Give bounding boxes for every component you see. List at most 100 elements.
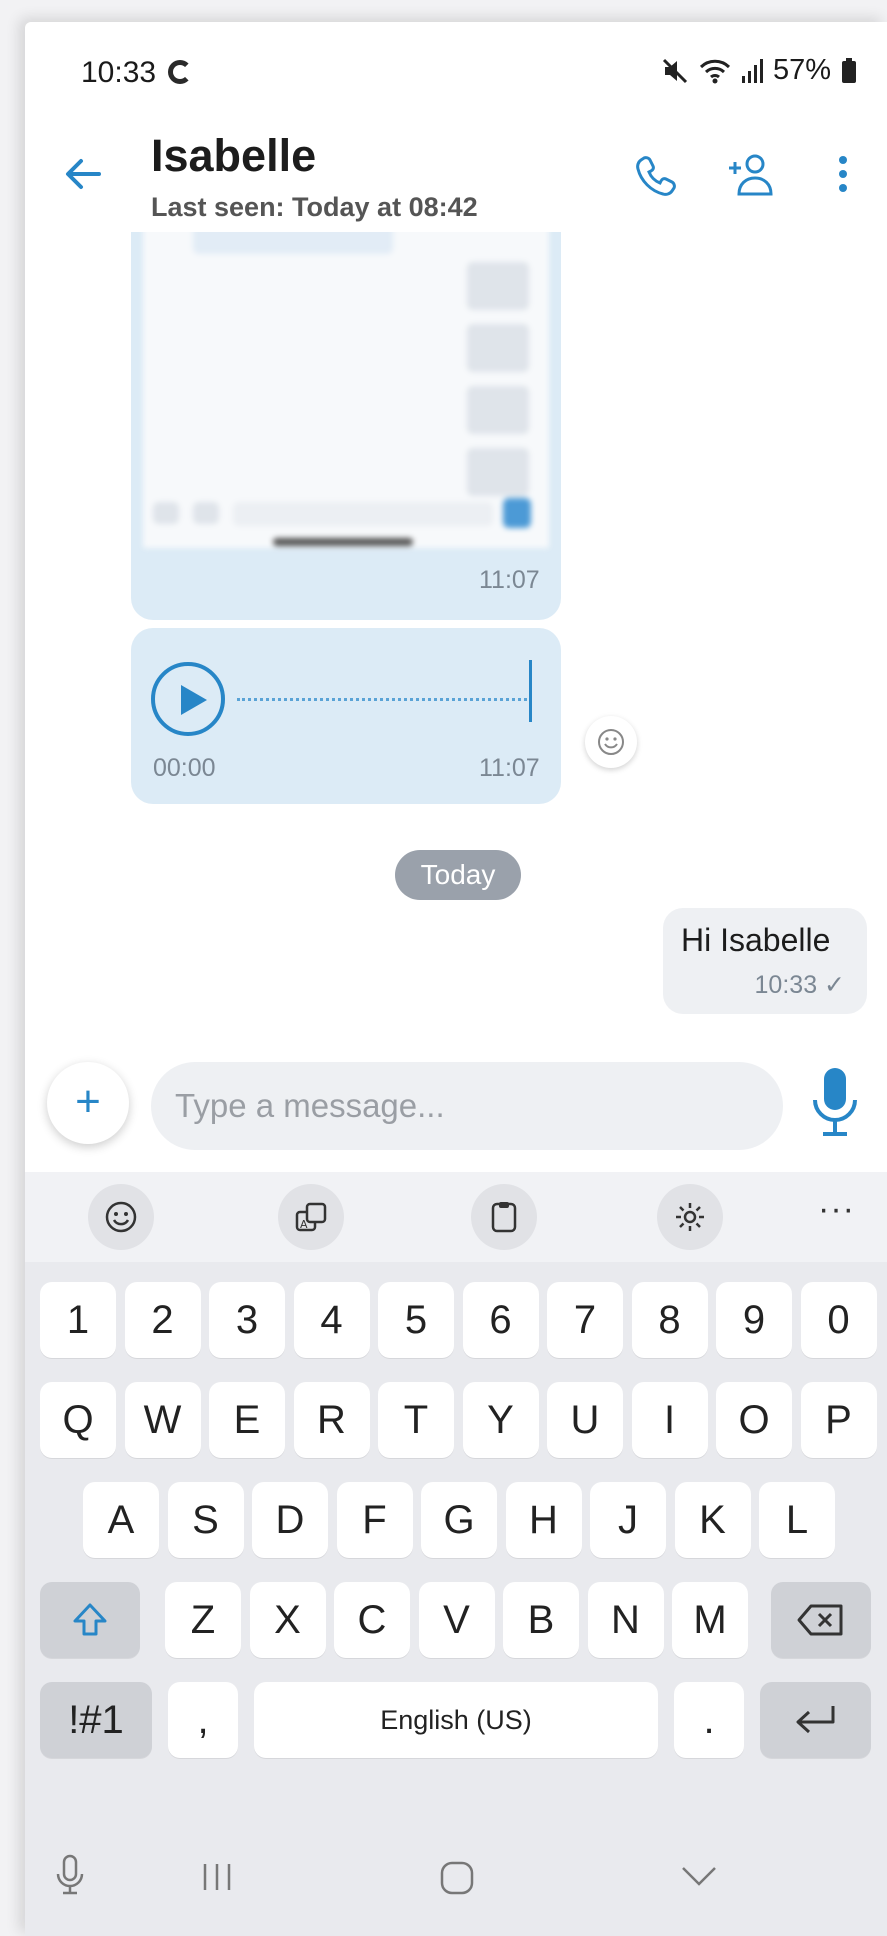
key-i[interactable]: I	[631, 1382, 708, 1458]
key-l[interactable]: L	[759, 1482, 835, 1558]
enter-key[interactable]	[760, 1682, 871, 1758]
emoji-icon	[105, 1201, 137, 1233]
clipboard-icon	[491, 1202, 517, 1233]
smiley-icon	[598, 729, 624, 755]
home-icon[interactable]	[439, 1860, 475, 1896]
keyboard-toolbar: A ···	[25, 1172, 887, 1262]
recent-apps-icon[interactable]	[200, 1860, 234, 1894]
key-d[interactable]: D	[252, 1482, 328, 1558]
playback-cursor	[529, 660, 532, 722]
chat-messages[interactable]: 11:07 00:00 11:07 Today Hi Isabelle 10:3…	[25, 232, 887, 1052]
google-icon	[168, 60, 192, 84]
more-options-icon[interactable]	[829, 150, 857, 202]
message-time: 10:33 ✓	[754, 971, 845, 999]
battery-percent: 57%	[772, 54, 831, 86]
backspace-icon	[797, 1604, 843, 1636]
status-time: 10:33	[81, 56, 157, 89]
key-x[interactable]: X	[249, 1582, 326, 1658]
phone-call-icon[interactable]	[630, 150, 682, 202]
chat-header: Isabelle Last seen: Today at 08:42	[25, 122, 887, 232]
message-text: Hi Isabelle	[681, 922, 831, 958]
settings-tool-button[interactable]	[657, 1184, 723, 1250]
space-key[interactable]: English (US)	[254, 1682, 658, 1758]
contact-name[interactable]: Isabelle	[151, 130, 316, 182]
voice-waveform[interactable]	[237, 698, 527, 701]
key-r[interactable]: R	[293, 1382, 370, 1458]
key-b[interactable]: B	[503, 1582, 579, 1658]
key-e[interactable]: E	[209, 1382, 285, 1458]
key-j[interactable]: J	[590, 1482, 666, 1558]
key-w[interactable]: W	[124, 1382, 201, 1458]
key-2[interactable]: 2	[124, 1282, 201, 1358]
key-h[interactable]: H	[505, 1482, 582, 1558]
voice-message-time: 11:07	[479, 754, 540, 782]
shift-key[interactable]	[40, 1582, 140, 1658]
voice-duration: 00:00	[153, 754, 216, 782]
microphone-icon[interactable]	[807, 1064, 863, 1144]
key-z[interactable]: Z	[165, 1582, 241, 1658]
key-c[interactable]: C	[334, 1582, 410, 1658]
back-arrow-icon[interactable]	[61, 152, 105, 196]
clipboard-tool-button[interactable]	[471, 1184, 537, 1250]
key-f[interactable]: F	[336, 1482, 413, 1558]
key-5[interactable]: 5	[378, 1282, 454, 1358]
attach-plus-button[interactable]: +	[47, 1062, 129, 1144]
key-u[interactable]: U	[547, 1382, 623, 1458]
message-input[interactable]	[151, 1062, 783, 1150]
key-k[interactable]: K	[674, 1482, 751, 1558]
gear-icon	[676, 1203, 704, 1231]
hide-keyboard-icon[interactable]	[680, 1864, 718, 1888]
image-message-time: 11:07	[479, 566, 540, 594]
more-tools-button[interactable]: ···	[818, 1190, 855, 1229]
key-9[interactable]: 9	[716, 1282, 792, 1358]
wifi-icon	[699, 59, 731, 83]
play-button[interactable]	[151, 662, 225, 736]
translate-icon: A	[295, 1202, 327, 1232]
key-6[interactable]: 6	[462, 1282, 539, 1358]
key-g[interactable]: G	[421, 1482, 497, 1558]
key-m[interactable]: M	[672, 1582, 748, 1658]
key-8[interactable]: 8	[631, 1282, 708, 1358]
key-q[interactable]: Q	[40, 1382, 116, 1458]
emoji-tool-button[interactable]	[88, 1184, 154, 1250]
key-y[interactable]: Y	[462, 1382, 539, 1458]
mute-icon	[662, 58, 688, 83]
shift-icon	[73, 1603, 107, 1636]
comma-key[interactable]: ,	[168, 1682, 238, 1758]
key-1[interactable]: 1	[40, 1282, 116, 1358]
key-p[interactable]: P	[800, 1382, 877, 1458]
voice-input-icon[interactable]	[55, 1854, 85, 1896]
key-t[interactable]: T	[378, 1382, 454, 1458]
date-divider: Today	[395, 850, 521, 900]
status-bar: 10:33 57%	[25, 22, 887, 122]
navigation-bar	[25, 1820, 887, 1936]
key-7[interactable]: 7	[547, 1282, 623, 1358]
add-contact-icon[interactable]	[725, 150, 777, 202]
key-a[interactable]: A	[83, 1482, 159, 1558]
backspace-key[interactable]	[771, 1582, 871, 1658]
add-reaction-button[interactable]	[585, 716, 637, 768]
key-4[interactable]: 4	[293, 1282, 370, 1358]
key-0[interactable]: 0	[800, 1282, 877, 1358]
key-v[interactable]: V	[418, 1582, 495, 1658]
status-icons: 57%	[661, 54, 857, 87]
last-seen: Last seen: Today at 08:42	[151, 192, 478, 222]
keyboard: A ··· 1234567890QWERTYUIOPASDFGHJKLZXCVB…	[25, 1172, 887, 1936]
translate-tool-button[interactable]: A	[278, 1184, 344, 1250]
key-n[interactable]: N	[587, 1582, 664, 1658]
outgoing-message[interactable]: Hi Isabelle 10:33 ✓	[663, 908, 867, 1014]
signal-icon	[741, 58, 763, 83]
key-o[interactable]: O	[716, 1382, 792, 1458]
image-message[interactable]: 11:07	[131, 232, 561, 620]
period-key[interactable]: .	[674, 1682, 744, 1758]
svg-text:A: A	[300, 1218, 308, 1231]
symbols-key[interactable]: !#1	[40, 1682, 152, 1758]
key-3[interactable]: 3	[209, 1282, 285, 1358]
voice-message[interactable]: 00:00 11:07	[131, 628, 561, 804]
image-attachment[interactable]	[143, 232, 549, 548]
enter-icon	[796, 1706, 834, 1734]
battery-icon	[842, 57, 856, 83]
key-s[interactable]: S	[167, 1482, 244, 1558]
phone-screen: 10:33 57% Isabelle Last seen: Today at 0…	[25, 22, 887, 1936]
compose-bar: +	[25, 1042, 887, 1172]
